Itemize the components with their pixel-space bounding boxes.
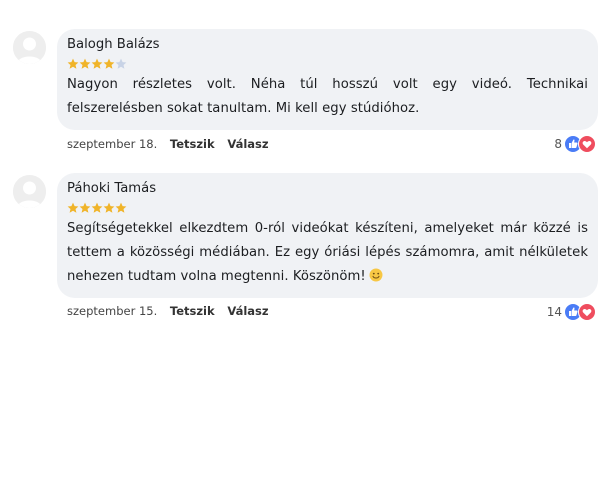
- comment-date[interactable]: szeptember 15.: [67, 304, 157, 318]
- like-link[interactable]: Tetszik: [170, 137, 215, 151]
- star-icon: [79, 58, 91, 69]
- star-rating: [67, 202, 588, 216]
- comment-meta: szeptember 15. Tetszik Válasz: [67, 304, 269, 318]
- comment-author[interactable]: Páhoki Tamás: [67, 180, 588, 198]
- heart-icon: [578, 303, 596, 321]
- avatar[interactable]: [13, 175, 46, 208]
- default-user-avatar-icon: [13, 31, 46, 64]
- comment-text: Nagyon részletes volt. Néha túl hosszú v…: [67, 77, 588, 116]
- reaction-summary[interactable]: 14: [547, 303, 596, 321]
- comment-date[interactable]: szeptember 18.: [67, 137, 157, 151]
- comment-meta: szeptember 18. Tetszik Válasz: [67, 137, 269, 151]
- default-user-avatar-icon: [13, 175, 46, 208]
- reaction-count: 14: [546, 305, 562, 319]
- reply-link[interactable]: Válasz: [227, 304, 268, 318]
- star-rating: [67, 58, 588, 72]
- star-icon: [115, 202, 127, 213]
- smiling-face-icon: [369, 268, 383, 282]
- star-icon: [115, 58, 127, 69]
- reaction-count: 8: [554, 137, 562, 151]
- comment-author[interactable]: Balogh Balázs: [67, 36, 588, 54]
- star-icon: [67, 58, 79, 69]
- star-icon: [67, 202, 79, 213]
- avatar[interactable]: [13, 31, 46, 64]
- comment-bubble: Páhoki Tamás Segítségetekkel elkezdtem 0…: [57, 173, 598, 298]
- comment-text: Segítségetekkel elkezdtem 0-ról videókat…: [67, 221, 588, 284]
- reaction-summary[interactable]: 8: [554, 135, 596, 153]
- comment-bubble: Balogh Balázs Nagyon részletes volt. Néh…: [57, 29, 598, 130]
- reply-link[interactable]: Válasz: [227, 137, 268, 151]
- heart-icon: [578, 135, 596, 153]
- star-icon: [79, 202, 91, 213]
- like-link[interactable]: Tetszik: [170, 304, 215, 318]
- star-icon: [91, 202, 103, 213]
- star-icon: [91, 58, 103, 69]
- star-icon: [103, 202, 115, 213]
- star-icon: [103, 58, 115, 69]
